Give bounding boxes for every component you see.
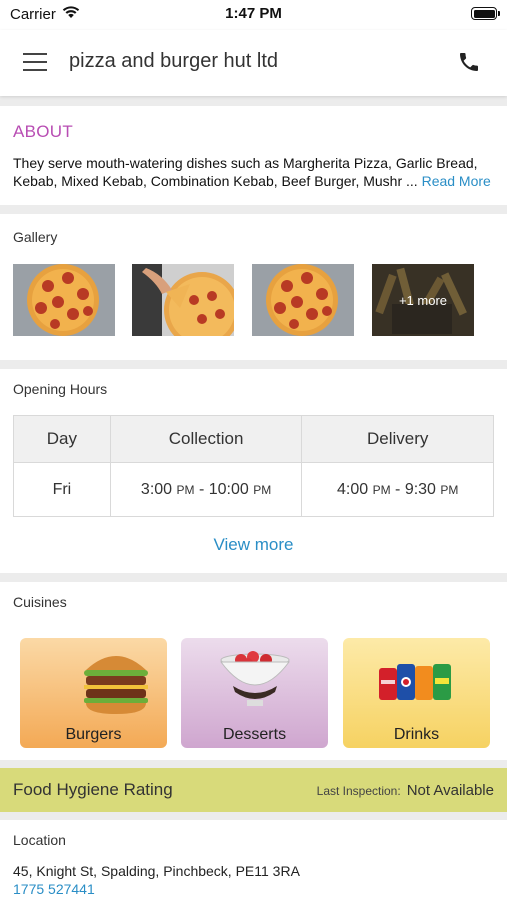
table-row: Fri 3:00 PM - 10:00 PM 4:00 PM - 9:30 PM bbox=[13, 462, 494, 517]
collection-start-time: 3:00 bbox=[140, 480, 173, 498]
soda-cans-icon bbox=[379, 664, 451, 700]
address-text: 45, Knight St, Spalding, Pinchbeck, PE11… bbox=[13, 863, 300, 879]
gallery-more-label: +1 more bbox=[372, 264, 474, 336]
status-bar: Carrier 1:47 PM bbox=[0, 0, 507, 30]
cuisine-card-burgers[interactable]: Burgers bbox=[20, 638, 167, 748]
nav-bar: pizza and burger hut ltd bbox=[0, 30, 507, 96]
day-cell: Fri bbox=[13, 462, 111, 517]
pm-suffix: PM bbox=[176, 482, 195, 497]
column-header-delivery: Delivery bbox=[301, 415, 494, 463]
delivery-end-time: 9:30 bbox=[404, 480, 436, 498]
hamburger-menu-icon[interactable] bbox=[23, 53, 47, 71]
delivery-hours-cell: 4:00 PM - 9:30 PM bbox=[301, 462, 494, 517]
pm-suffix: PM bbox=[253, 482, 272, 497]
gallery-section: Gallery +1 more bbox=[0, 214, 507, 360]
about-description: They serve mouth-watering dishes such as… bbox=[13, 155, 478, 189]
cuisines-section: Cuisines Burgers Desserts Drinks bbox=[0, 582, 507, 760]
view-more-link[interactable]: View more bbox=[0, 535, 507, 555]
hygiene-title: Food Hygiene Rating bbox=[13, 780, 173, 799]
last-inspection: Last Inspection: Not Available bbox=[317, 782, 494, 799]
cuisine-card-desserts[interactable]: Desserts bbox=[181, 638, 328, 748]
opening-hours-section: Opening Hours Day Collection Delivery Fr… bbox=[0, 369, 507, 573]
cuisine-card-drinks[interactable]: Drinks bbox=[343, 638, 490, 748]
gallery-image-pizza-2[interactable] bbox=[252, 264, 354, 336]
location-section: Location 45, Knight St, Spalding, Pinchb… bbox=[0, 820, 507, 900]
collection-hours-cell: 3:00 PM - 10:00 PM bbox=[109, 462, 303, 517]
column-header-collection: Collection bbox=[109, 415, 303, 463]
page-title: pizza and burger hut ltd bbox=[69, 50, 279, 72]
gallery-image-pizza[interactable] bbox=[13, 264, 115, 336]
location-label: Location bbox=[13, 832, 66, 848]
read-more-link[interactable]: Read More bbox=[422, 173, 491, 189]
range-dash: - bbox=[198, 480, 205, 498]
cuisine-label-drinks: Drinks bbox=[393, 726, 440, 743]
pm-suffix: PM bbox=[372, 482, 391, 497]
last-inspection-value: Not Available bbox=[406, 782, 494, 799]
collection-end-time: 10:00 bbox=[208, 480, 249, 498]
phone-number-link[interactable]: 1775 527441 bbox=[13, 881, 95, 897]
cuisines-label: Cuisines bbox=[13, 594, 67, 610]
food-hygiene-rating-bar[interactable]: Food Hygiene Rating Last Inspection: Not … bbox=[0, 768, 507, 812]
battery-icon bbox=[471, 7, 500, 20]
gallery-image-pizza-slice[interactable] bbox=[132, 264, 234, 336]
about-heading: ABOUT bbox=[13, 122, 74, 141]
delivery-start-time: 4:00 bbox=[336, 480, 369, 498]
column-header-day: Day bbox=[13, 415, 111, 463]
clock: 1:47 PM bbox=[225, 5, 282, 22]
cuisine-label-burgers: Burgers bbox=[65, 726, 122, 743]
pm-suffix: PM bbox=[440, 482, 459, 497]
range-dash: - bbox=[395, 480, 401, 498]
gallery-more-button[interactable]: +1 more bbox=[372, 264, 474, 336]
opening-hours-label: Opening Hours bbox=[13, 381, 108, 397]
cuisine-label-desserts: Desserts bbox=[222, 726, 287, 743]
about-text: They serve mouth-watering dishes such as… bbox=[13, 154, 498, 190]
gallery-label: Gallery bbox=[13, 229, 58, 245]
opening-hours-table: Day Collection Delivery Fri 3:00 PM - 10… bbox=[13, 415, 494, 517]
phone-icon[interactable] bbox=[457, 50, 481, 79]
about-section: ABOUT They serve mouth-watering dishes s… bbox=[0, 106, 507, 205]
burger-icon bbox=[84, 656, 148, 714]
last-inspection-label: Last Inspection: bbox=[316, 784, 401, 798]
table-header-row: Day Collection Delivery bbox=[13, 415, 494, 463]
